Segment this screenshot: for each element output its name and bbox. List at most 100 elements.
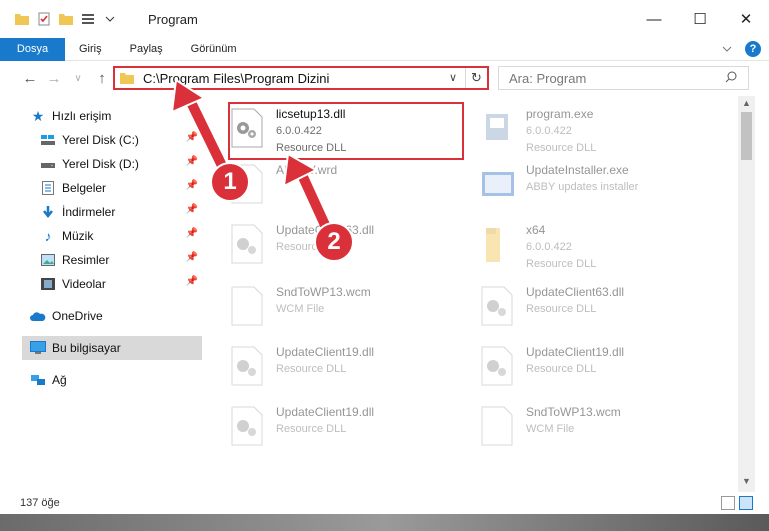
list-item[interactable]: UpdateClient19.dll Resource DLL bbox=[230, 344, 470, 394]
file-name: SndToWP13.wcm bbox=[526, 405, 621, 419]
cloud-icon bbox=[30, 308, 46, 324]
exe-file-icon bbox=[480, 108, 518, 152]
folder-icon[interactable] bbox=[14, 11, 30, 27]
sidebar-item-label: Yerel Disk (C:) bbox=[62, 133, 139, 147]
pin-icon[interactable]: 📌 bbox=[186, 204, 198, 215]
scroll-down-icon[interactable]: ▼ bbox=[738, 476, 755, 490]
file-name: x64 bbox=[526, 223, 546, 237]
dll-file-icon bbox=[230, 224, 268, 268]
chevron-down-icon[interactable]: ∨ bbox=[449, 71, 457, 84]
chevron-down-icon[interactable] bbox=[102, 11, 118, 27]
sidebar-item-videos[interactable]: Videolar 📌 bbox=[40, 272, 202, 296]
pin-icon[interactable]: 📌 bbox=[186, 252, 198, 263]
up-button[interactable]: ↑ bbox=[90, 70, 114, 87]
close-button[interactable]: ✕ bbox=[723, 0, 769, 38]
music-icon: ♪ bbox=[44, 228, 52, 244]
list-item[interactable]: UpdateClient63.dll Resource DLL bbox=[480, 284, 720, 334]
tab-home[interactable]: Giriş bbox=[65, 38, 116, 61]
item-count: 137 öğe bbox=[20, 497, 60, 509]
details-view-icon[interactable] bbox=[721, 496, 735, 510]
window-title: Program bbox=[148, 12, 198, 27]
file-name: SndToWP13.wcm bbox=[276, 285, 371, 299]
pin-icon[interactable]: 📌 bbox=[186, 132, 198, 143]
tab-share[interactable]: Paylaş bbox=[116, 38, 177, 61]
list-item[interactable]: UpdateInstaller.exe ABBY updates installe… bbox=[480, 162, 720, 212]
sidebar-item-label: Belgeler bbox=[62, 181, 107, 195]
scroll-up-icon[interactable]: ▲ bbox=[738, 98, 755, 112]
recent-locations-button[interactable]: ∨ bbox=[66, 73, 90, 84]
pictures-icon bbox=[40, 252, 56, 268]
pin-icon[interactable]: 📌 bbox=[186, 180, 198, 191]
sidebar-item-this-pc[interactable]: Bu bilgisayar bbox=[22, 336, 202, 360]
forward-button[interactable]: → bbox=[42, 70, 66, 87]
status-bar: 137 öğe bbox=[0, 492, 769, 514]
folder-icon bbox=[480, 224, 518, 268]
star-icon: ★ bbox=[31, 107, 45, 124]
computer-icon bbox=[30, 340, 46, 356]
sidebar-item-label: Videolar bbox=[62, 277, 106, 291]
list-item[interactable]: UpdateClient19.dll Resource DLL bbox=[230, 404, 470, 454]
sidebar-item-onedrive[interactable]: OneDrive bbox=[30, 304, 202, 328]
file-icon bbox=[230, 286, 268, 330]
minimize-button[interactable]: — bbox=[631, 0, 677, 38]
ribbon-tabs: Dosya Giriş Paylaş Görünüm ? bbox=[0, 37, 769, 61]
dll-file-icon bbox=[480, 286, 518, 330]
navigation-bar: ← → ∨ ↑ C:\Program Files\Program Dizini … bbox=[0, 62, 769, 94]
sidebar-item-pictures[interactable]: Resimler 📌 bbox=[40, 248, 202, 272]
sidebar-item-disk-d[interactable]: Yerel Disk (D:) 📌 bbox=[40, 152, 202, 176]
tiles-view-icon[interactable] bbox=[739, 496, 753, 510]
drive-icon bbox=[40, 132, 56, 148]
drive-icon bbox=[40, 156, 56, 172]
file-description: ABBY updates installer bbox=[526, 181, 639, 193]
list-item[interactable]: SndToWP13.wcm WCM File bbox=[230, 284, 470, 334]
dll-file-icon bbox=[480, 346, 518, 390]
list-item[interactable]: x64 6.0.0.422 Resource DLL bbox=[480, 222, 720, 272]
sidebar-item-music[interactable]: ♪ Müzik 📌 bbox=[40, 224, 202, 248]
quick-access-toolbar bbox=[0, 11, 118, 27]
view-icon[interactable] bbox=[80, 11, 96, 27]
search-input[interactable]: Ara: Program bbox=[498, 66, 749, 90]
list-item[interactable]: UpdateClient19.dll Resource DLL bbox=[480, 344, 720, 394]
file-type: WCM File bbox=[526, 423, 575, 435]
sidebar-item-disk-c[interactable]: Yerel Disk (C:) 📌 bbox=[40, 128, 202, 152]
title-bar: Program — ☐ ✕ bbox=[0, 0, 769, 38]
properties-icon[interactable] bbox=[36, 11, 52, 27]
file-type: Resource DLL bbox=[526, 142, 597, 154]
sidebar-item-downloads[interactable]: İndirmeler 📌 bbox=[40, 200, 202, 224]
list-item[interactable]: ABBYY.wrd bbox=[230, 162, 470, 212]
refresh-icon[interactable]: ↻ bbox=[465, 68, 487, 88]
search-placeholder: Ara: Program bbox=[509, 70, 587, 86]
file-version: 6.0.0.422 bbox=[526, 125, 572, 137]
file-type: Resource DLL bbox=[526, 258, 597, 270]
expand-ribbon-icon[interactable] bbox=[721, 43, 733, 55]
address-text: C:\Program Files\Program Dizini bbox=[143, 70, 330, 86]
back-button[interactable]: ← bbox=[18, 70, 42, 87]
sidebar-item-label: İndirmeler bbox=[62, 205, 116, 219]
pin-icon[interactable]: 📌 bbox=[186, 156, 198, 167]
help-button[interactable]: ? bbox=[745, 41, 761, 57]
list-item[interactable]: program.exe 6.0.0.422 Resource DLL bbox=[480, 106, 720, 156]
file-icon bbox=[480, 406, 518, 450]
navigation-pane: ★ Hızlı erişim Yerel Disk (C:) 📌 Yerel D… bbox=[0, 100, 208, 492]
highlight-box bbox=[228, 102, 464, 160]
sidebar-item-documents[interactable]: Belgeler 📌 bbox=[40, 176, 202, 200]
scrollbar-thumb[interactable] bbox=[741, 112, 752, 160]
sidebar-item-label: OneDrive bbox=[52, 309, 103, 323]
tab-file[interactable]: Dosya bbox=[0, 37, 65, 61]
new-folder-icon[interactable] bbox=[58, 11, 74, 27]
sidebar-item-label: Resimler bbox=[62, 253, 110, 267]
maximize-button[interactable]: ☐ bbox=[677, 0, 723, 38]
list-item[interactable]: SndToWP13.wcm WCM File bbox=[480, 404, 720, 454]
pin-icon[interactable]: 📌 bbox=[186, 276, 198, 287]
sidebar-item-label: Hızlı erişim bbox=[52, 109, 112, 123]
address-bar[interactable]: C:\Program Files\Program Dizini ∨ ↻ bbox=[113, 66, 489, 90]
scrollbar[interactable]: ▲ ▼ bbox=[738, 96, 755, 492]
pin-icon[interactable]: 📌 bbox=[186, 228, 198, 239]
sidebar-item-network[interactable]: Ağ bbox=[30, 368, 202, 392]
file-name: ABBYY.wrd bbox=[276, 163, 338, 177]
dll-file-icon bbox=[230, 346, 268, 390]
sidebar-item-quick-access[interactable]: ★ Hızlı erişim bbox=[30, 104, 202, 128]
tab-view[interactable]: Görünüm bbox=[177, 38, 251, 61]
video-icon bbox=[40, 276, 56, 292]
window-controls: — ☐ ✕ bbox=[631, 0, 769, 38]
